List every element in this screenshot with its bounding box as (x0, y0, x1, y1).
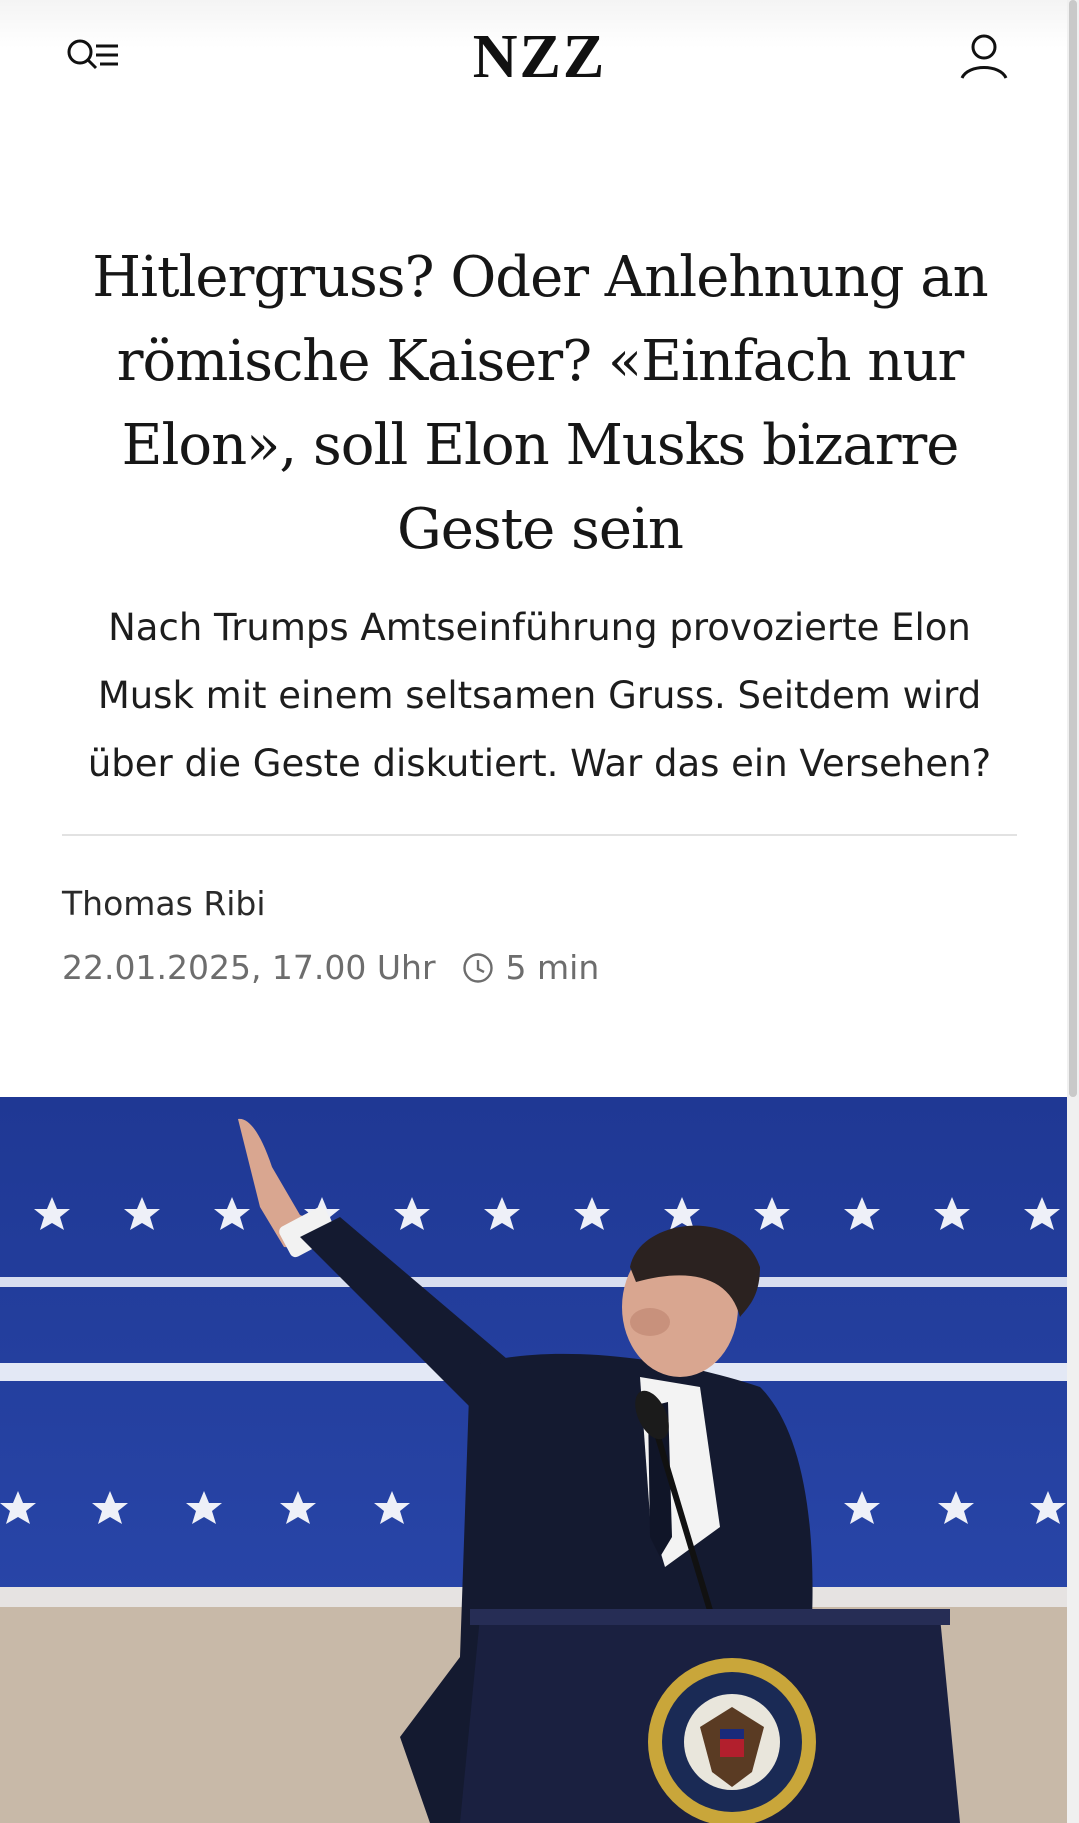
article-headline: Hitlergruss? Oder Anlehnung an römische … (92, 245, 988, 562)
nzz-logo[interactable]: NZZ (0, 22, 1079, 93)
divider (62, 834, 1017, 836)
user-icon (960, 34, 1008, 79)
hero-photo (0, 1097, 1079, 1823)
article-meta: 22.01.2025, 17.00 Uhr 5 min (62, 948, 599, 987)
top-bar: NZZ (0, 0, 1067, 120)
reading-time: 5 min (505, 948, 600, 987)
scrollbar-thumb[interactable] (1069, 0, 1077, 1097)
article-lead: Nach Trumps Amtseinführung provozierte E… (87, 606, 992, 785)
scrollbar[interactable] (1067, 0, 1079, 1823)
account-button[interactable] (958, 32, 1010, 84)
hero-image[interactable] (0, 1097, 1079, 1823)
clock-icon (462, 952, 493, 983)
author-name[interactable]: Thomas Ribi (62, 884, 266, 923)
publish-date: 22.01.2025, 17.00 Uhr (62, 948, 436, 987)
